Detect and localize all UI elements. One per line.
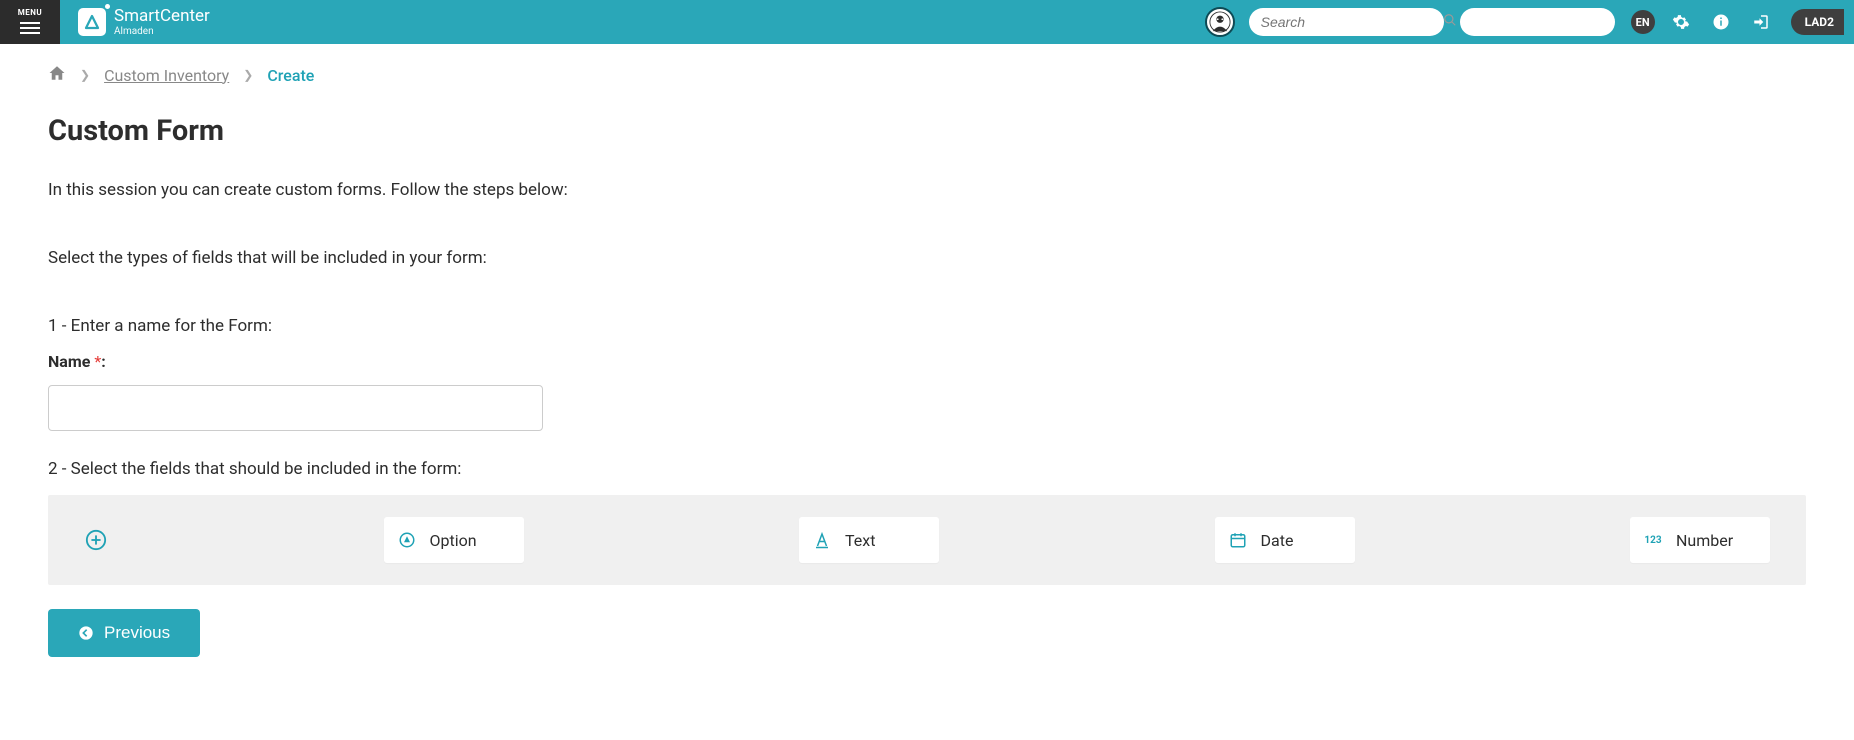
step2-label: 2 - Select the fields that should be inc… — [48, 459, 1806, 479]
brand-logo-icon — [78, 8, 106, 36]
previous-button[interactable]: Previous — [48, 609, 200, 657]
breadcrumb-custom-inventory[interactable]: Custom Inventory — [104, 66, 229, 85]
add-field-button[interactable] — [84, 528, 108, 552]
arrow-left-circle-icon — [78, 625, 94, 641]
language-badge[interactable]: EN — [1631, 10, 1655, 34]
field-type-label: Text — [845, 531, 875, 550]
environment-badge: LAD2 — [1791, 9, 1844, 35]
field-types-panel: Option Text Date 123 Number — [48, 495, 1806, 585]
hamburger-icon — [20, 19, 40, 37]
chevron-right-icon: ❯ — [243, 68, 253, 82]
menu-button-label: MENU — [18, 8, 42, 17]
name-colon: : — [101, 352, 106, 371]
brand[interactable]: SmartCenter Almaden — [78, 7, 210, 38]
chevron-right-icon: ❯ — [80, 68, 90, 82]
brand-text: SmartCenter Almaden — [114, 7, 210, 38]
settings-button[interactable] — [1669, 10, 1693, 34]
text-icon — [813, 531, 831, 549]
breadcrumb-home[interactable] — [48, 64, 66, 86]
info-icon — [1712, 13, 1730, 31]
field-type-number[interactable]: 123 Number — [1630, 517, 1770, 563]
avatar-icon — [1209, 11, 1231, 33]
search-icon — [1443, 13, 1457, 31]
field-type-date[interactable]: Date — [1215, 517, 1355, 563]
calendar-icon — [1229, 531, 1247, 549]
search-box[interactable] — [1249, 8, 1444, 36]
select-types-text: Select the types of fields that will be … — [48, 248, 1806, 268]
field-type-label: Date — [1261, 531, 1294, 550]
name-label: Name — [48, 352, 94, 371]
field-type-option[interactable]: Option — [384, 517, 524, 563]
page-title: Custom Form — [48, 114, 1806, 148]
menu-button[interactable]: MENU — [0, 0, 60, 44]
search-input[interactable] — [1261, 14, 1443, 30]
brand-subtitle: Almaden — [114, 26, 210, 37]
step1-label: 1 - Enter a name for the Form: — [48, 316, 1806, 336]
field-type-text[interactable]: Text — [799, 517, 939, 563]
logout-icon — [1752, 13, 1770, 31]
page-content: ❯ Custom Inventory ❯ Create Custom Form … — [0, 44, 1854, 677]
secondary-input[interactable] — [1460, 8, 1615, 36]
info-button[interactable] — [1709, 10, 1733, 34]
gear-icon — [1672, 13, 1690, 31]
breadcrumb-create: Create — [267, 66, 314, 85]
avatar[interactable] — [1205, 7, 1235, 37]
number-icon: 123 — [1644, 531, 1662, 549]
name-field-row: Name *: — [48, 352, 1806, 445]
brand-title: SmartCenter — [114, 7, 210, 26]
plus-circle-icon — [85, 529, 107, 551]
logout-button[interactable] — [1749, 10, 1773, 34]
name-input[interactable] — [48, 385, 543, 431]
field-type-label: Option — [430, 531, 477, 550]
home-icon — [48, 64, 66, 82]
intro-text: In this session you can create custom fo… — [48, 180, 1806, 200]
field-type-label: Number — [1676, 531, 1733, 550]
previous-button-label: Previous — [104, 623, 170, 643]
app-header: MENU SmartCenter Almaden EN — [0, 0, 1854, 44]
breadcrumb: ❯ Custom Inventory ❯ Create — [48, 64, 1806, 86]
option-icon — [398, 531, 416, 549]
